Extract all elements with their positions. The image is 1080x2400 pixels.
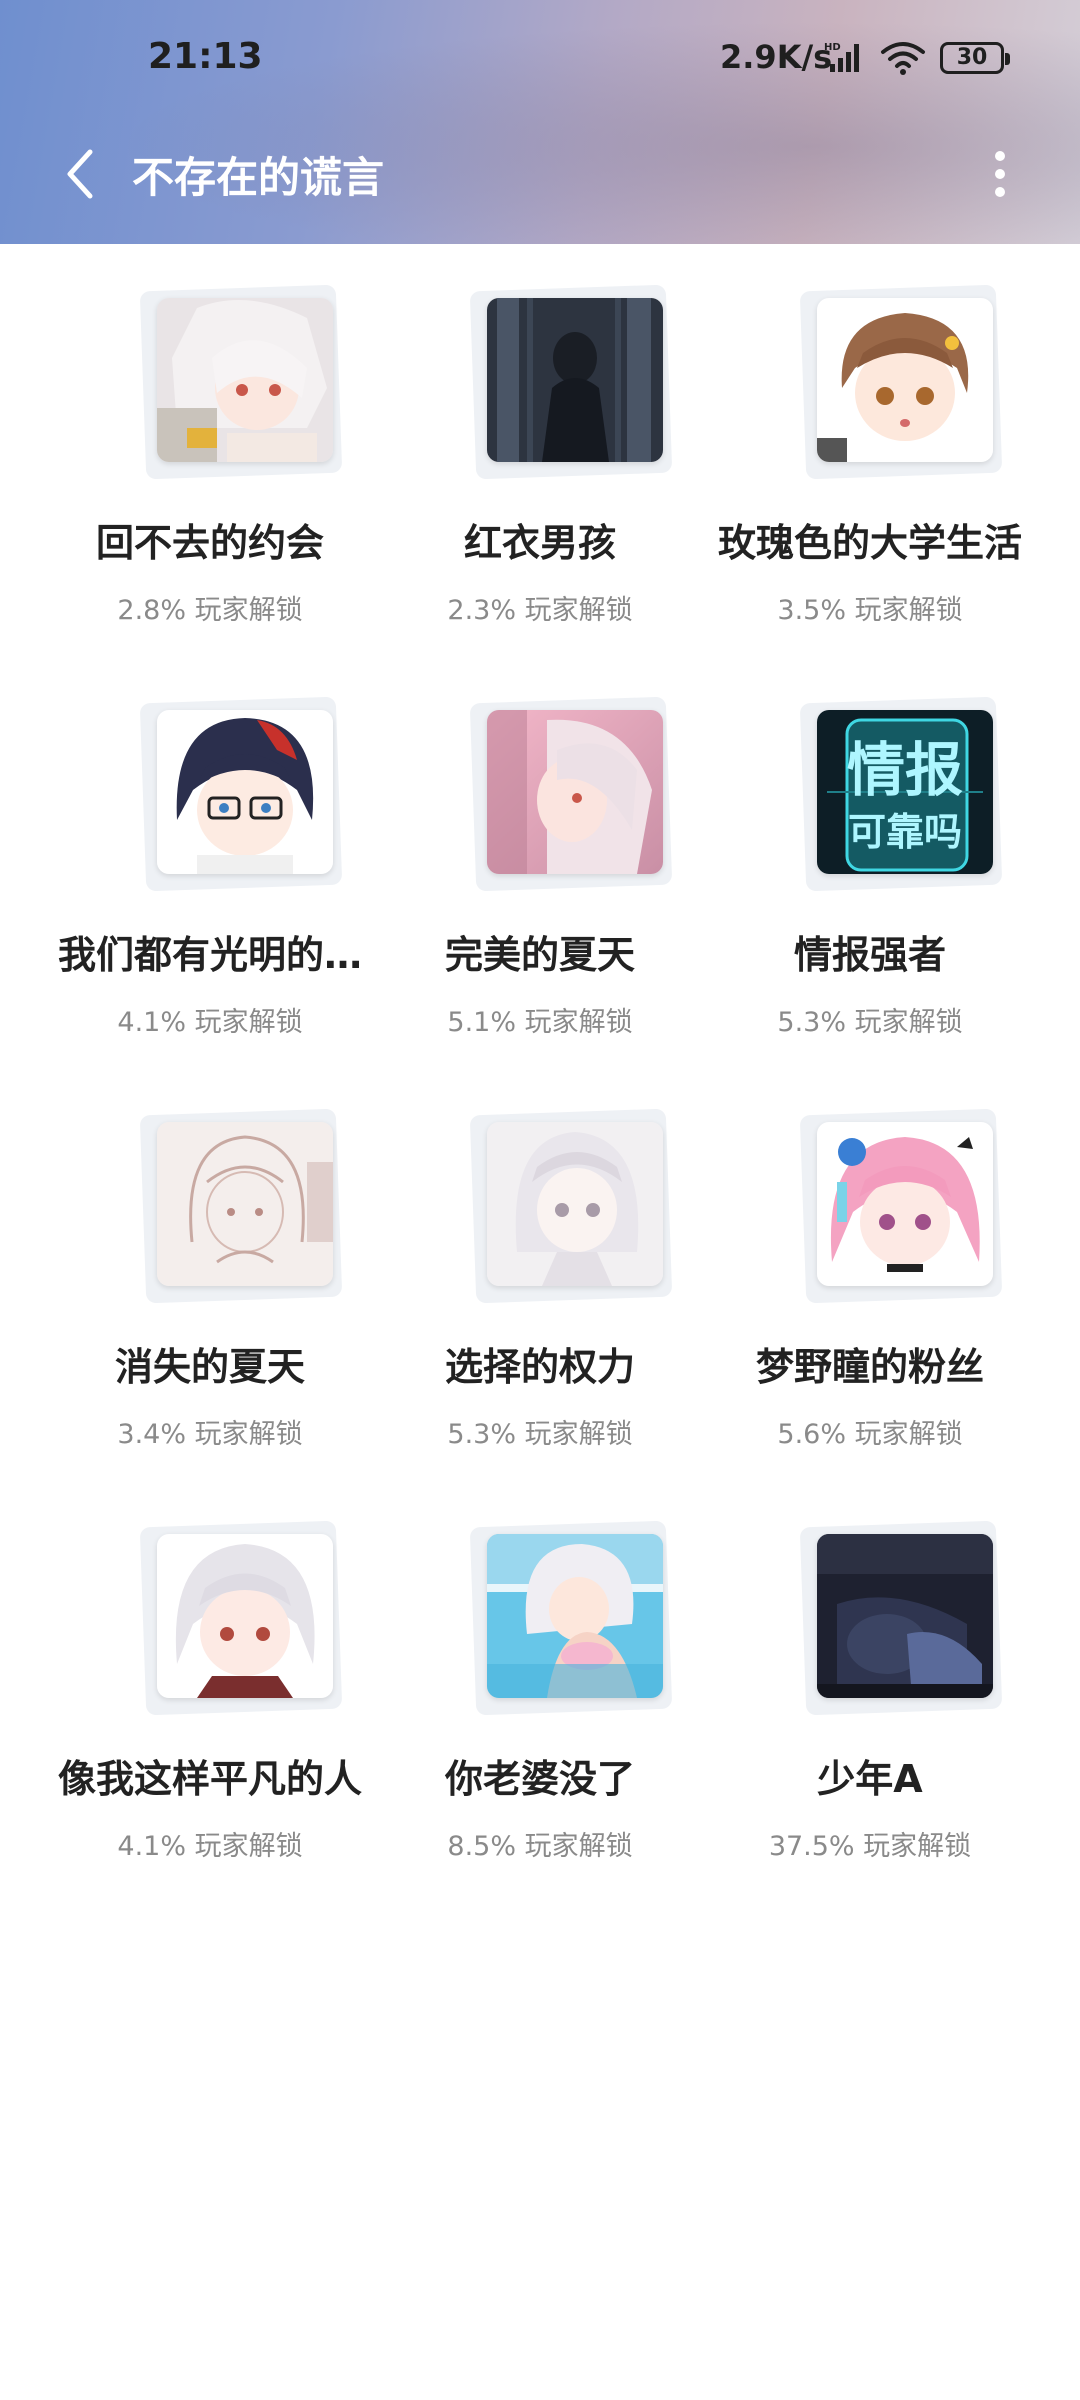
achievement-card[interactable]: 少年A 37.5% 玩家解锁 [705, 1480, 1035, 1862]
achievement-card[interactable]: 完美的夏天 5.1% 玩家解锁 [375, 656, 705, 1038]
achievement-image [469, 284, 673, 480]
achievement-title: 完美的夏天 [444, 933, 635, 977]
svg-text:HD: HD [824, 42, 841, 53]
achievement-card[interactable]: 选择的权力 5.3% 玩家解锁 [375, 1068, 705, 1450]
achievement-title: 你老婆没了 [444, 1757, 635, 1801]
achievement-image [799, 1108, 1003, 1304]
page-title: 不存在的谎言 [132, 153, 385, 202]
wifi-icon [881, 42, 925, 75]
achievement-image: 情报 可靠吗 [799, 696, 1003, 892]
achievement-card[interactable]: 你老婆没了 8.5% 玩家解锁 [375, 1480, 705, 1862]
achievement-title: 情报强者 [793, 933, 946, 977]
network-speed: 2.9K/s [720, 38, 833, 76]
achievement-unlock-rate: 3.4% 玩家解锁 [117, 1419, 303, 1450]
achievement-unlock-rate: 5.1% 玩家解锁 [447, 1007, 633, 1038]
achievement-unlock-rate: 4.1% 玩家解锁 [117, 1831, 303, 1862]
battery-level: 30 [956, 45, 988, 70]
achievement-card[interactable]: 像我这样平凡的人 4.1% 玩家解锁 [45, 1480, 375, 1862]
chevron-left-icon[interactable] [56, 142, 106, 206]
achievement-image [469, 696, 673, 892]
achievement-unlock-rate: 4.1% 玩家解锁 [117, 1007, 303, 1038]
achievement-title: 少年A [817, 1757, 923, 1801]
achievement-title: 梦野瞳的粉丝 [755, 1345, 984, 1389]
achievement-unlock-rate: 5.3% 玩家解锁 [447, 1419, 633, 1450]
image-text-main: 情报 [847, 736, 963, 804]
achievement-image [469, 1108, 673, 1304]
title-bar: 不存在的谎言 [0, 120, 1080, 244]
more-vertical-icon[interactable] [980, 142, 1020, 206]
achievement-title: 消失的夏天 [114, 1345, 305, 1389]
image-text-sub: 可靠吗 [848, 810, 962, 854]
achievement-title: 玫瑰色的大学生活 [717, 521, 1022, 565]
achievement-card[interactable]: 玫瑰色的大学生活 3.5% 玩家解锁 [705, 244, 1035, 626]
achievement-title: 选择的权力 [444, 1345, 635, 1389]
battery-icon: 30 [940, 42, 1010, 74]
achievement-card[interactable]: 消失的夏天 3.4% 玩家解锁 [45, 1068, 375, 1450]
achievement-image [139, 1108, 343, 1304]
achievement-image [139, 284, 343, 480]
achievement-unlock-rate: 5.6% 玩家解锁 [777, 1419, 963, 1450]
status-bar: 21:13 2.9K/s HD 30 [0, 0, 1080, 120]
achievement-title: 我们都有光明的… [57, 933, 362, 977]
achievement-title: 红衣男孩 [463, 521, 616, 565]
achievement-unlock-rate: 5.3% 玩家解锁 [777, 1007, 963, 1038]
achievement-unlock-rate: 37.5% 玩家解锁 [768, 1831, 972, 1862]
achievement-image [469, 1520, 673, 1716]
achievement-image [139, 1520, 343, 1716]
achievement-unlock-rate: 3.5% 玩家解锁 [777, 595, 963, 626]
achievement-unlock-rate: 8.5% 玩家解锁 [447, 1831, 633, 1862]
achievement-card[interactable]: 情报 可靠吗 情报强者 5.3% 玩家解锁 [705, 656, 1035, 1038]
achievement-image [139, 696, 343, 892]
achievement-title: 回不去的约会 [95, 521, 324, 565]
achievement-image [799, 1520, 1003, 1716]
achievement-unlock-rate: 2.8% 玩家解锁 [117, 595, 303, 626]
achievement-image [799, 284, 1003, 480]
achievement-unlock-rate: 2.3% 玩家解锁 [447, 595, 633, 626]
achievement-card[interactable]: 梦野瞳的粉丝 5.6% 玩家解锁 [705, 1068, 1035, 1450]
achievement-card[interactable]: 我们都有光明的… 4.1% 玩家解锁 [45, 656, 375, 1038]
achievement-card[interactable]: 回不去的约会 2.8% 玩家解锁 [45, 244, 375, 626]
achievement-card[interactable]: 红衣男孩 2.3% 玩家解锁 [375, 244, 705, 626]
status-time: 21:13 [148, 36, 263, 77]
signal-icon: HD [824, 42, 859, 72]
achievement-title: 像我这样平凡的人 [57, 1757, 362, 1801]
